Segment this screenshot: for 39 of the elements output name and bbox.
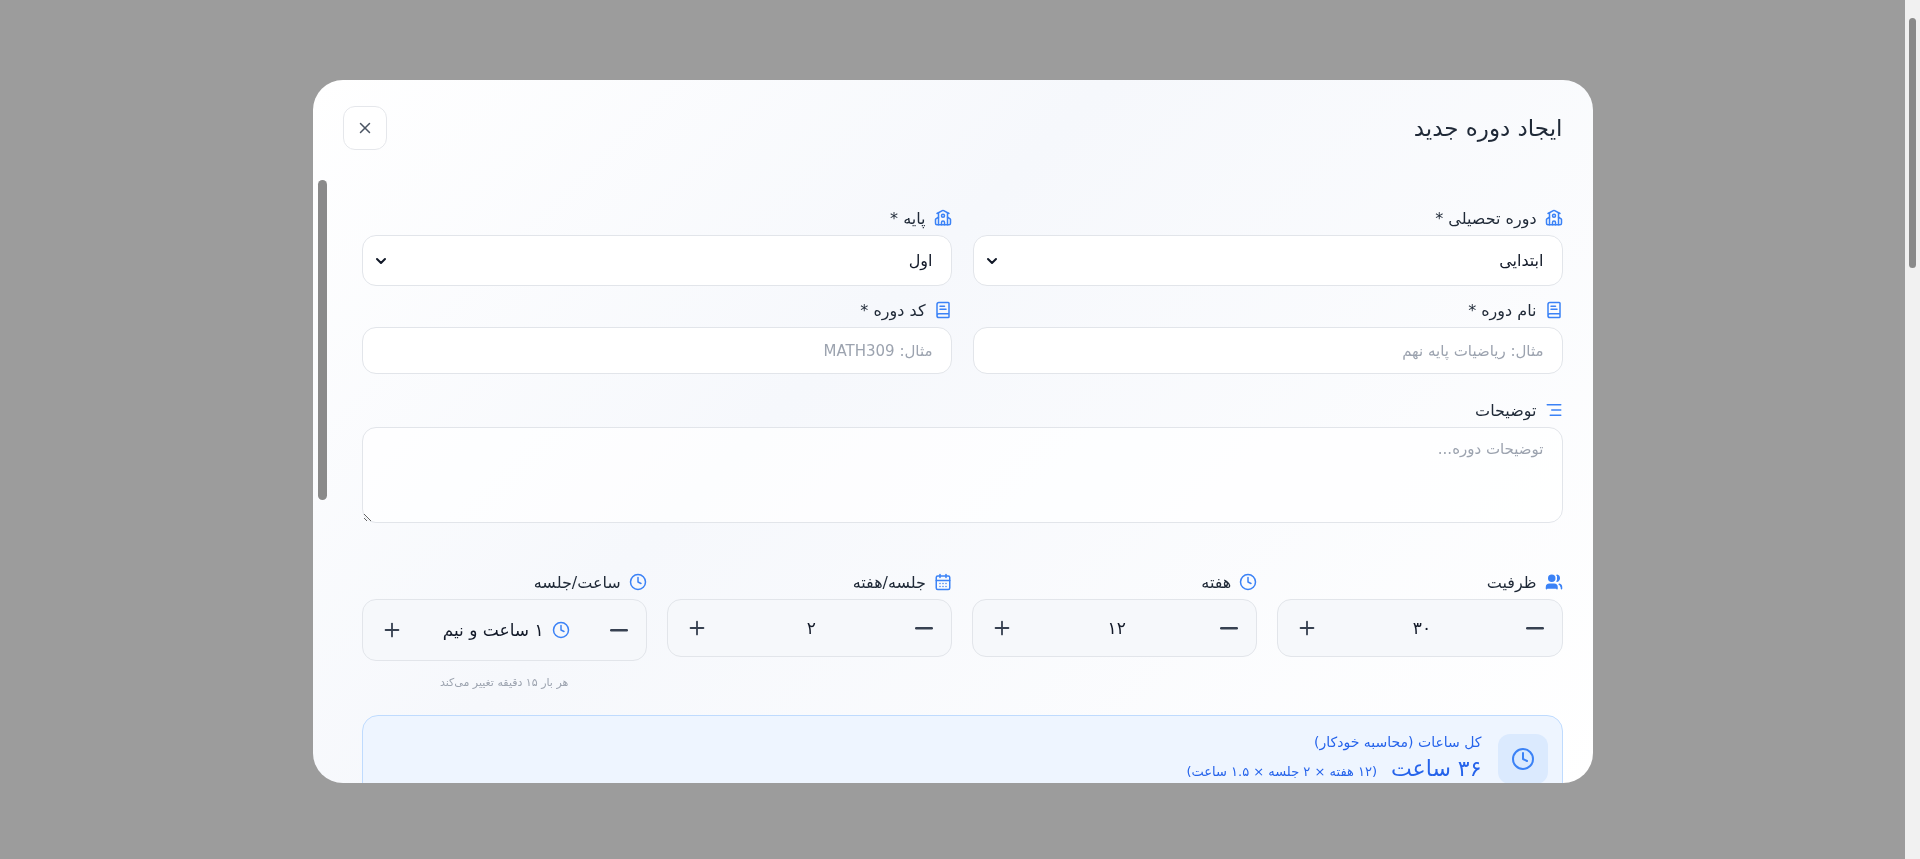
clock-icon [628, 573, 647, 591]
clock-icon [1239, 573, 1258, 591]
school-icon [1544, 209, 1563, 227]
stepper-value: ۳۰ [1412, 618, 1431, 638]
summary-detail: (۱۲ هفته × ۲ جلسه × ۱.۵ ساعت) [1186, 764, 1377, 779]
select-field[interactable]: اول [361, 235, 952, 286]
label-text: نام دوره * [1468, 300, 1537, 320]
minus-icon [915, 626, 933, 630]
notebook-icon [933, 301, 952, 319]
clock-icon [551, 621, 570, 639]
minus-icon [1220, 626, 1239, 630]
label-text: توضیحات [1475, 400, 1537, 420]
label-text: پایه * [890, 208, 926, 228]
label-text: هفته [1201, 572, 1232, 592]
calendar-icon [934, 573, 952, 591]
select-field[interactable]: ابتدایی [972, 235, 1563, 286]
clock-icon [1497, 734, 1548, 783]
users-icon [1544, 573, 1563, 591]
minus-icon [1525, 626, 1544, 630]
minus-icon [609, 628, 628, 632]
notebook-icon [1544, 301, 1563, 319]
summary-value: ۳۶ ساعت [1391, 756, 1482, 781]
close-button[interactable] [342, 105, 387, 150]
hint-text: هر بار ۱۵ دقیقه تغییر می‌کند [438, 676, 570, 689]
dialog-title: ایجاد دوره جدید [1413, 114, 1563, 141]
label-text: جلسه/هفته [852, 572, 926, 592]
label-text: ظرفیت [1486, 572, 1537, 592]
stepper-value: ۱ ساعت و نیم [442, 620, 570, 640]
label-text: کد دوره * [860, 300, 926, 320]
summary-label: کل ساعات (محاسبه خودکار) [1313, 734, 1482, 750]
school-icon [933, 209, 952, 227]
stepper-value: ۱۲ [1107, 618, 1126, 638]
stepper-value: ۲ [806, 618, 816, 638]
description-field[interactable]: توضیحات دوره... [361, 427, 1563, 523]
input-field[interactable]: مثال: ریاضیات پایه نهم [972, 327, 1563, 374]
label-text: ساعت/جلسه [533, 572, 621, 592]
input-field[interactable]: مثال: MATH309 [361, 327, 952, 374]
label-text: دوره تحصیلی * [1435, 208, 1537, 228]
align-right-icon [1544, 401, 1563, 419]
